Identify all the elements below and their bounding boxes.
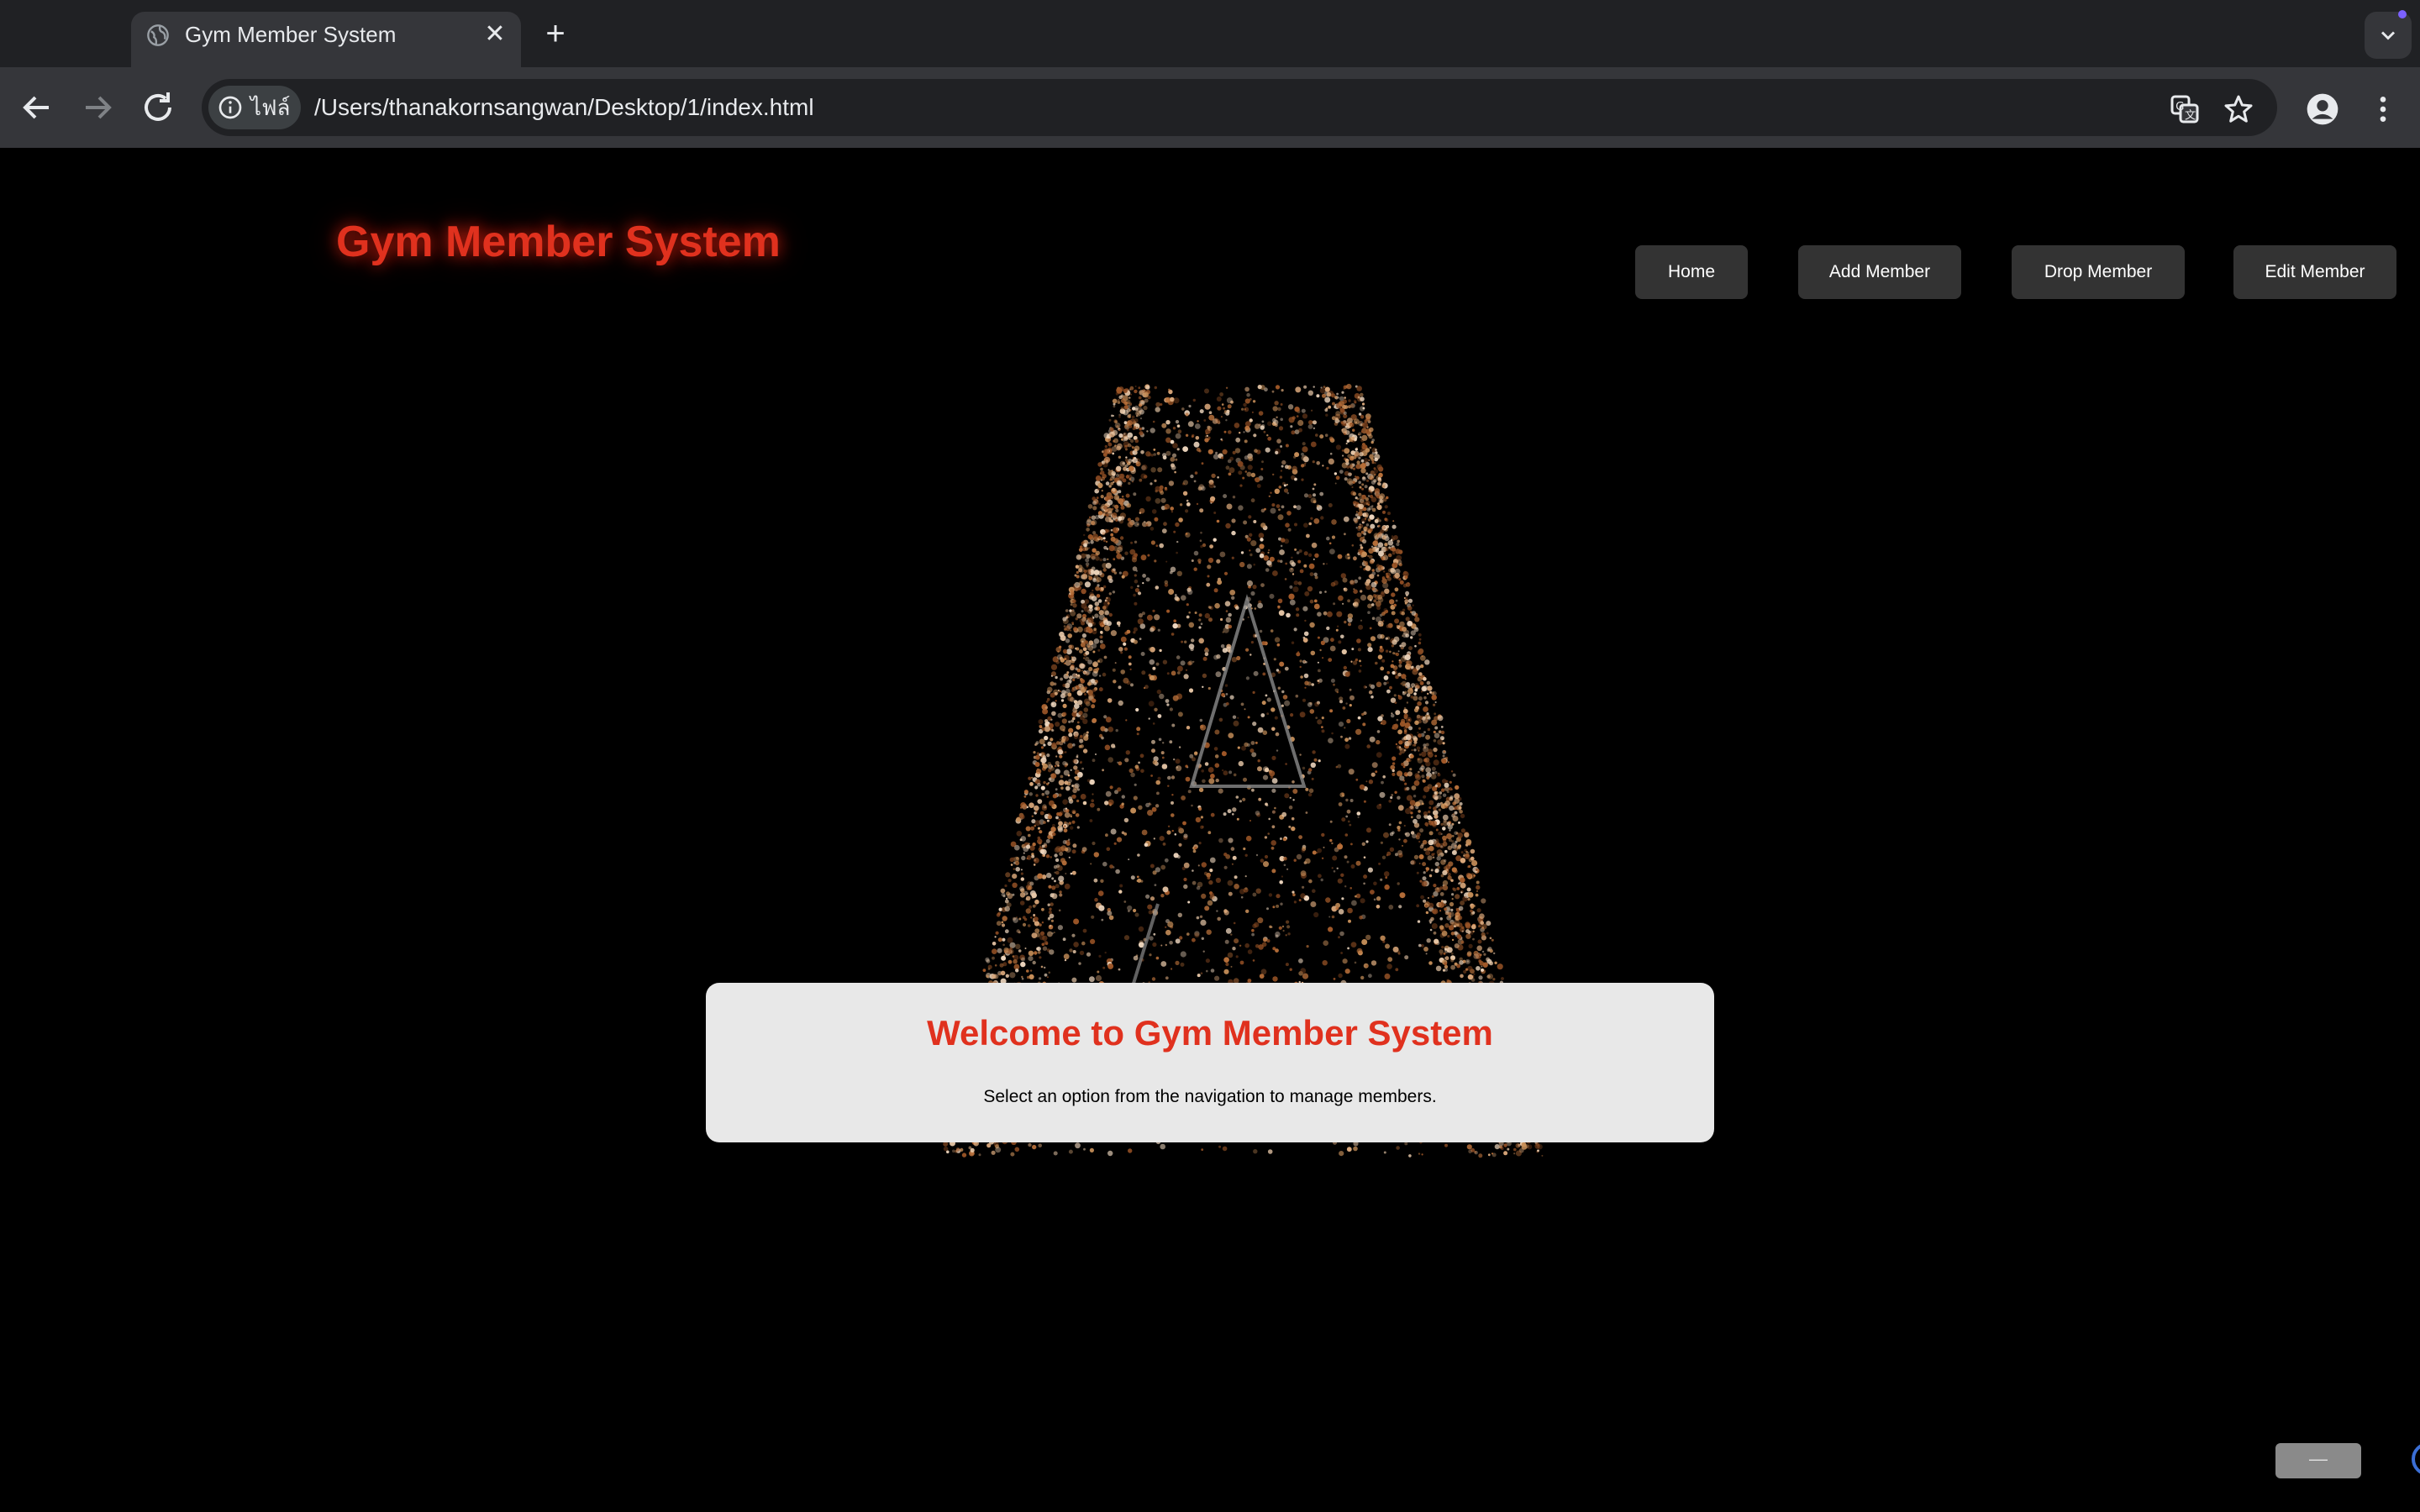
tab-title: Gym Member System [185, 22, 397, 47]
info-icon [218, 96, 242, 119]
site-chip-label: ไฟล์ [250, 95, 291, 120]
particle-background [943, 383, 1544, 1158]
welcome-title: Welcome to Gym Member System [927, 1013, 1493, 1053]
notification-dot [2398, 10, 2407, 18]
star-icon[interactable] [2222, 92, 2255, 126]
menu-icon[interactable] [2366, 92, 2400, 126]
profile-icon[interactable] [2306, 92, 2339, 126]
home-button[interactable]: Home [1635, 245, 1748, 299]
welcome-card: Welcome to Gym Member System Select an o… [706, 983, 1714, 1142]
new-tab-button[interactable]: + [538, 17, 573, 52]
site-title: Gym Member System [336, 218, 781, 266]
page-viewport: Gym Member System Home Add Member Drop M… [0, 148, 2420, 1512]
edit-member-button[interactable]: Edit Member [2233, 245, 2396, 299]
reload-icon[interactable] [138, 87, 178, 128]
translate-icon[interactable]: G 文 [2168, 92, 2202, 126]
svg-text:文: 文 [2185, 109, 2196, 123]
edge-widget-icon[interactable] [2402, 1430, 2420, 1488]
welcome-subtitle: Select an option from the navigation to … [983, 1087, 1437, 1106]
add-member-button[interactable]: Add Member [1798, 245, 1961, 299]
globe-icon [147, 24, 169, 46]
url-text[interactable]: /Users/thanakornsangwan/Desktop/1/index.… [314, 91, 814, 124]
floating-pill-button[interactable]: — [2275, 1443, 2361, 1478]
svg-text:G: G [2175, 101, 2184, 113]
close-tab-icon[interactable]: ✕ [481, 20, 509, 49]
drop-member-button[interactable]: Drop Member [2012, 245, 2185, 299]
forward-icon[interactable] [77, 87, 118, 128]
chevron-down-icon [2381, 31, 2396, 40]
back-icon[interactable] [17, 87, 57, 128]
tab-search-button[interactable] [2365, 12, 2412, 59]
